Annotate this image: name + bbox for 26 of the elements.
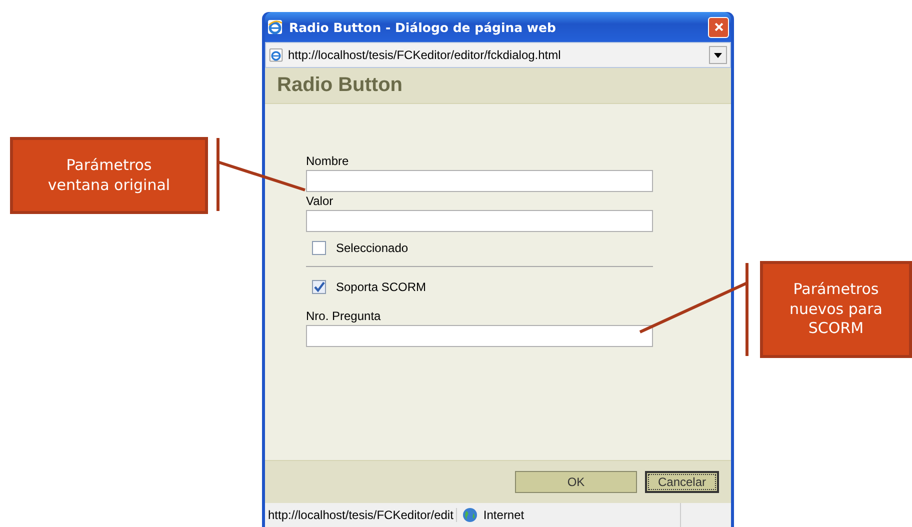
callout-box: Parámetros nuevos para SCORM [760, 261, 912, 358]
callout-box: Parámetros ventana original [10, 137, 208, 214]
browser-icon [267, 19, 283, 35]
field-label: Nro. Pregunta [306, 309, 382, 323]
field-label: Valor [306, 194, 334, 208]
dropdown-button[interactable] [709, 46, 727, 64]
cancel-button[interactable]: Cancelar [645, 471, 719, 493]
status-zone: Internet [483, 508, 526, 522]
checkbox-label: Seleccionado [336, 241, 408, 255]
checkbox-label: Soporta SCORM [336, 280, 426, 294]
ok-button[interactable]: OK [515, 471, 637, 493]
input-field[interactable] [306, 170, 653, 192]
close-icon [712, 21, 724, 33]
window-title: Radio Button - Diálogo de página web [289, 20, 557, 34]
globe-icon [462, 507, 478, 523]
caret-icon [714, 52, 722, 58]
status-url: http://localhost/tesis/FCKeditor/edit [265, 508, 458, 522]
address-url: http://localhost/tesis/FCKeditor/editor/fckdialog.html [288, 48, 562, 62]
checkbox[interactable] [312, 241, 326, 255]
dialog-heading: Radio Button [277, 74, 403, 97]
close-button[interactable] [708, 16, 729, 38]
input-field[interactable] [306, 210, 653, 232]
page-icon [269, 48, 283, 62]
field-label: Nombre [306, 154, 350, 168]
checkbox[interactable] [312, 280, 326, 294]
input-field[interactable] [306, 325, 653, 347]
